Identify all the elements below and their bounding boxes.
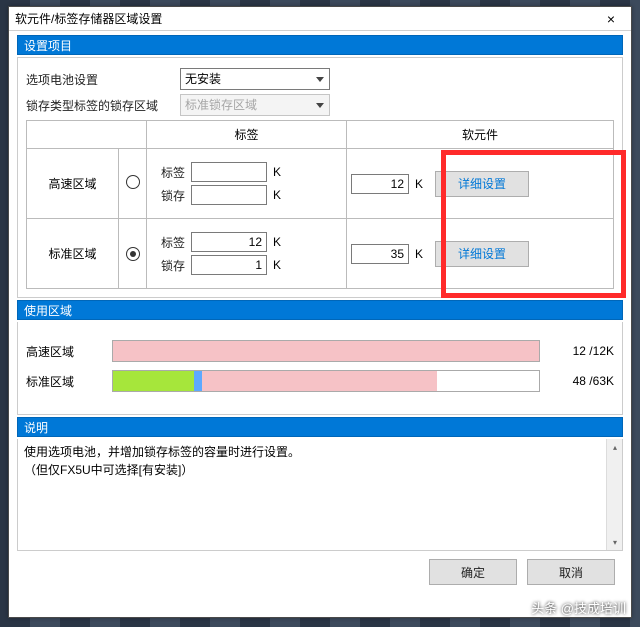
window-title: 软元件/标签存储器区域设置	[15, 10, 162, 27]
usage-st-bar	[112, 370, 540, 392]
settings-panel: 选项电池设置 无安装 锁存类型标签的锁存区域 标准锁存区域	[17, 57, 623, 298]
latch-area-label: 锁存类型标签的锁存区域	[26, 97, 166, 114]
unit-k: K	[273, 258, 287, 272]
unit-k: K	[273, 188, 287, 202]
battery-select[interactable]: 无安装	[180, 68, 330, 90]
cancel-button[interactable]: 取消	[527, 559, 615, 585]
dialog-footer: 确定 取消	[17, 553, 623, 591]
hs-device-input[interactable]	[351, 174, 409, 194]
usage-hs-stat: 12 /12K	[546, 344, 614, 358]
unit-k: K	[415, 177, 429, 191]
scrollbar[interactable]: ▴ ▾	[606, 439, 622, 550]
highspeed-radio[interactable]	[126, 175, 140, 189]
usage-st-label: 标准区域	[26, 373, 106, 390]
close-icon[interactable]: ×	[591, 7, 631, 31]
titlebar: 软元件/标签存储器区域设置 ×	[9, 7, 631, 31]
unit-k: K	[273, 235, 287, 249]
usage-st-stat: 48 /63K	[546, 374, 614, 388]
row-highspeed: 高速区域	[27, 149, 119, 219]
st-tag-input[interactable]	[191, 232, 267, 252]
st-device-input[interactable]	[351, 244, 409, 264]
battery-label: 选项电池设置	[26, 71, 166, 88]
desc-header: 说明	[17, 417, 623, 437]
st-latch-label: 锁存	[151, 257, 185, 274]
hs-detail-button[interactable]: 详细设置	[435, 171, 529, 197]
hs-tag-input[interactable]	[191, 162, 267, 182]
latch-area-select: 标准锁存区域	[180, 94, 330, 116]
region-table: 标签 软元件 高速区域 标签 K 锁存	[26, 120, 614, 289]
description-text: 使用选项电池，并增加锁存标签的容量时进行设置。 （但仅FX5U中可选择[有安装]…	[18, 439, 622, 483]
st-detail-button[interactable]: 详细设置	[435, 241, 529, 267]
hs-latch-label: 锁存	[151, 187, 185, 204]
scroll-up-icon[interactable]: ▴	[607, 439, 623, 455]
usage-header: 使用区域	[17, 300, 623, 320]
hs-latch-input[interactable]	[191, 185, 267, 205]
col-device: 软元件	[347, 121, 614, 149]
st-tag-label: 标签	[151, 234, 185, 251]
hs-tag-label: 标签	[151, 164, 185, 181]
st-latch-input[interactable]	[191, 255, 267, 275]
usage-panel: 高速区域 12 /12K 标准区域 48 /63K	[17, 322, 623, 415]
settings-header: 设置项目	[17, 35, 623, 55]
scroll-down-icon[interactable]: ▾	[607, 534, 623, 550]
standard-radio[interactable]	[126, 247, 140, 261]
unit-k: K	[273, 165, 287, 179]
usage-hs-label: 高速区域	[26, 343, 106, 360]
unit-k: K	[415, 247, 429, 261]
dialog-window: 软元件/标签存储器区域设置 × 设置项目 选项电池设置 无安装 锁存类型标签的锁…	[8, 6, 632, 618]
usage-hs-bar	[112, 340, 540, 362]
description-box: 使用选项电池，并增加锁存标签的容量时进行设置。 （但仅FX5U中可选择[有安装]…	[17, 439, 623, 551]
watermark: 头条 @技成培训	[531, 598, 626, 617]
ok-button[interactable]: 确定	[429, 559, 517, 585]
row-standard: 标准区域	[27, 219, 119, 289]
col-tag: 标签	[147, 121, 347, 149]
